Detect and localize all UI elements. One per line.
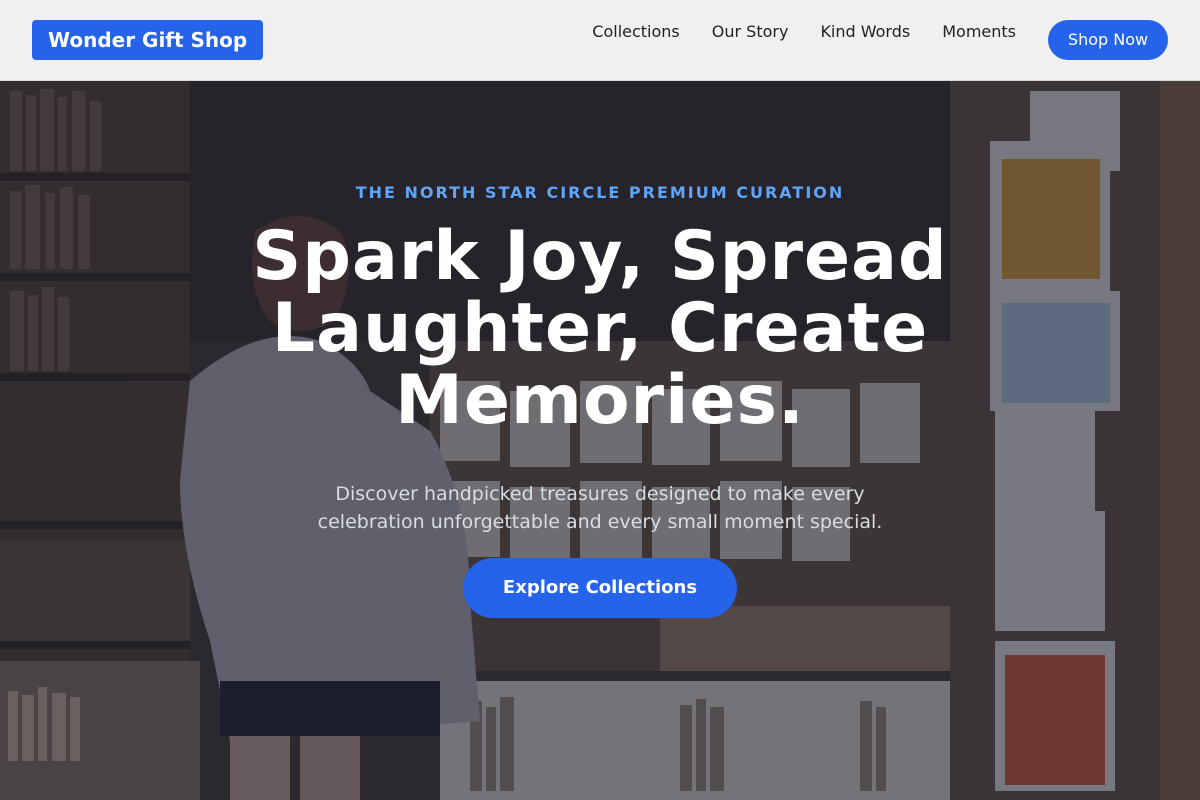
hero-eyebrow: THE NORTH STAR CIRCLE PREMIUM CURATION [355, 183, 845, 202]
nav-link-kind-words[interactable]: Kind Words [820, 20, 910, 44]
nav-link-moments[interactable]: Moments [942, 20, 1016, 44]
nav-link-collections[interactable]: Collections [592, 20, 679, 44]
hero-content: THE NORTH STAR CIRCLE PREMIUM CURATION S… [0, 81, 1200, 800]
hero-section: THE NORTH STAR CIRCLE PREMIUM CURATION S… [0, 81, 1200, 800]
shop-now-button[interactable]: Shop Now [1048, 20, 1168, 60]
explore-collections-button[interactable]: Explore Collections [463, 558, 737, 618]
page: Wonder Gift Shop Collections Our Story K… [0, 0, 1200, 800]
hero-headline: Spark Joy, Spread Laughter, Create Memor… [252, 217, 948, 440]
brand-logo[interactable]: Wonder Gift Shop [32, 20, 264, 60]
site-header: Wonder Gift Shop Collections Our Story K… [0, 0, 1200, 81]
nav-link-our-story[interactable]: Our Story [712, 20, 789, 44]
hero-subtext: Discover handpicked treasures designed t… [317, 483, 883, 533]
main-nav: Collections Our Story Kind Words Moments [592, 20, 1016, 44]
